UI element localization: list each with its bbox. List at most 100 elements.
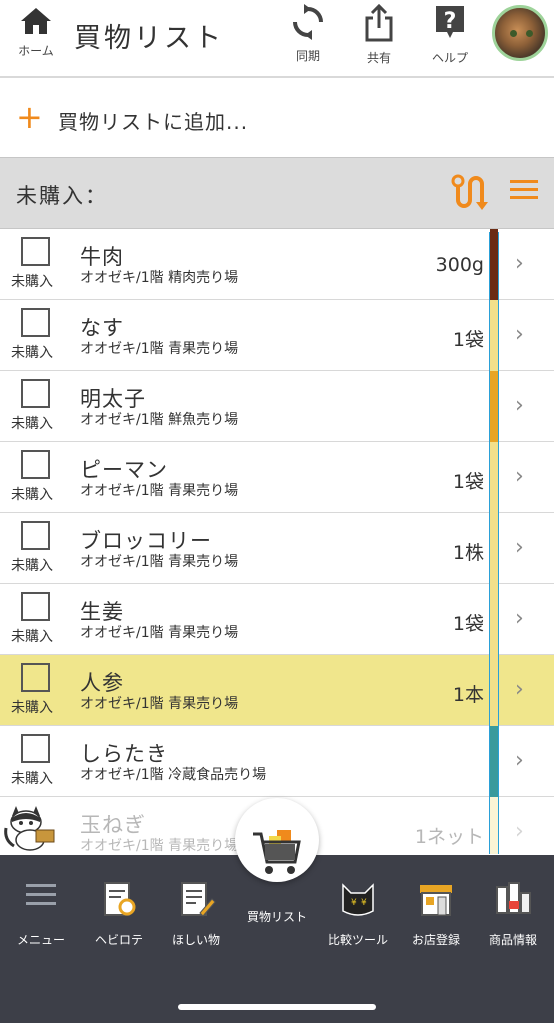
add-item-row[interactable]: + 買物リストに追加...	[0, 80, 554, 158]
list-item-selected[interactable]: 未購入 人参 オオゼキ/1階 青果売り場 1本 ›	[0, 655, 554, 726]
checkbox-label: 未購入	[11, 345, 53, 361]
item-checkbox[interactable]	[21, 450, 50, 479]
category-color-bar	[490, 513, 498, 584]
item-location: オオゼキ/1階 青果売り場	[80, 341, 239, 357]
nav-stores-label: お店登録	[411, 933, 460, 947]
item-location: オオゼキ/1階 青果売り場	[80, 554, 239, 570]
sync-button[interactable]: 同期	[280, 4, 336, 64]
shopping-cart-icon	[253, 830, 301, 874]
chevron-right-icon: ›	[515, 748, 524, 773]
item-quantity: 1袋	[452, 329, 484, 351]
category-color-bar	[490, 726, 498, 797]
category-color-bar	[490, 300, 498, 371]
item-checkbox[interactable]	[21, 734, 50, 763]
nav-menu[interactable]: メニュー	[1, 879, 81, 948]
list-item[interactable]: 未購入 牛肉 オオゼキ/1階 精肉売り場 300g ›	[0, 229, 554, 300]
checkbox-label: 未購入	[11, 487, 53, 503]
list-item[interactable]: 未購入 しらたき オオゼキ/1階 冷蔵食品売り場 ›	[0, 726, 554, 797]
nav-menu-label: メニュー	[16, 933, 65, 947]
item-quantity: 1本	[452, 684, 484, 706]
product-info-icon	[496, 882, 531, 914]
nav-wishlist[interactable]: ほしい物	[156, 879, 236, 948]
home-button[interactable]: ホーム	[10, 6, 62, 59]
plus-icon: +	[16, 98, 43, 136]
list-menu-icon[interactable]	[510, 178, 538, 202]
user-avatar[interactable]	[492, 5, 548, 61]
help-label: ヘルプ	[431, 51, 468, 65]
category-color-bar	[490, 655, 498, 726]
chevron-right-icon: ›	[515, 606, 524, 631]
home-label: ホーム	[18, 44, 54, 58]
item-location: オオゼキ/1階 青果売り場	[80, 838, 239, 854]
item-checkbox[interactable]	[21, 308, 50, 337]
nav-products[interactable]: 商品情報	[473, 879, 553, 948]
checkbox-label: 未購入	[11, 629, 53, 645]
checkbox-label: 未購入	[11, 700, 53, 716]
nav-shopping-label: 買物リスト	[246, 910, 307, 924]
list-item[interactable]: 未購入 ピーマン オオゼキ/1階 青果売り場 1袋 ›	[0, 442, 554, 513]
item-quantity: 300g	[435, 254, 484, 276]
share-label: 共有	[366, 51, 391, 65]
item-checkbox[interactable]	[21, 592, 50, 621]
list-item[interactable]: 未購入 明太子 オオゼキ/1階 鮮魚売り場 ›	[0, 371, 554, 442]
checkbox-label: 未購入	[11, 416, 53, 432]
nav-shopping-list[interactable]	[235, 798, 319, 882]
nav-hebirote-label: ヘビロテ	[94, 933, 143, 947]
home-icon	[21, 8, 51, 34]
item-checkbox[interactable]	[21, 521, 50, 550]
svg-text:¥: ¥	[361, 898, 367, 908]
chevron-right-icon: ›	[515, 677, 524, 702]
status-bar: 未購入： 18	[0, 157, 554, 369]
item-quantity: 1株	[452, 542, 484, 564]
nav-products-label: 商品情報	[488, 933, 537, 947]
help-icon: ?	[436, 6, 464, 38]
item-location: オオゼキ/1階 青果売り場	[80, 696, 239, 712]
sort-icon[interactable]	[450, 174, 490, 214]
list-item[interactable]: 未購入 ブロッコリー オオゼキ/1階 青果売り場 1株 ›	[0, 513, 554, 584]
wishlist-memo-icon	[181, 882, 216, 917]
item-checkbox[interactable]	[21, 663, 50, 692]
category-color-bar	[490, 584, 498, 655]
add-item-label: 買物リストに追加...	[58, 110, 249, 134]
sync-icon	[293, 4, 323, 40]
category-color-bar	[490, 371, 498, 442]
share-icon	[365, 3, 393, 42]
nav-hebirote[interactable]: ヘビロテ	[79, 879, 159, 948]
chevron-right-icon: ›	[515, 322, 524, 347]
nav-stores[interactable]: お店登録	[396, 879, 476, 948]
item-location: オオゼキ/1階 青果売り場	[80, 625, 239, 641]
item-quantity: 1ネット	[414, 826, 484, 848]
cat-mascot-icon	[4, 806, 55, 851]
repeat-list-icon	[104, 882, 136, 916]
chevron-right-icon: ›	[515, 535, 524, 560]
list-item[interactable]: 未購入 なす オオゼキ/1階 青果売り場 1袋 ›	[0, 300, 554, 371]
nav-compare[interactable]: ¥ ¥ 比較ツール	[318, 879, 398, 948]
sync-label: 同期	[295, 49, 320, 63]
chevron-right-icon: ›	[515, 393, 524, 418]
shopping-list: 未購入 牛肉 オオゼキ/1階 精肉売り場 300g › 未購入 なす オオゼキ/…	[0, 229, 554, 854]
page-title: 買物リスト	[74, 23, 224, 54]
checkbox-label: 未購入	[11, 274, 53, 290]
chevron-right-icon: ›	[515, 464, 524, 489]
svg-text:¥: ¥	[351, 898, 357, 908]
item-location: オオゼキ/1階 冷蔵食品売り場	[80, 767, 267, 783]
nav-compare-label: 比較ツール	[327, 933, 388, 947]
item-checkbox[interactable]	[21, 237, 50, 266]
compare-cat-icon: ¥ ¥	[342, 883, 374, 916]
item-location: オオゼキ/1階 鮮魚売り場	[80, 412, 239, 428]
category-color-bar	[490, 797, 498, 854]
share-button[interactable]: 共有	[351, 3, 407, 66]
home-indicator	[178, 1004, 376, 1010]
help-button[interactable]: ? ヘルプ	[422, 4, 478, 66]
chevron-right-icon: ›	[515, 251, 524, 276]
item-location: オオゼキ/1階 青果売り場	[80, 483, 239, 499]
svg-text:?: ?	[444, 9, 457, 34]
checkbox-label: 未購入	[11, 771, 53, 787]
checkbox-label: 未購入	[11, 558, 53, 574]
hamburger-icon	[26, 884, 56, 905]
list-item[interactable]: 未購入 生姜 オオゼキ/1階 青果売り場 1袋 ›	[0, 584, 554, 655]
nav-wishlist-label: ほしい物	[171, 933, 220, 947]
item-checkbox[interactable]	[21, 379, 50, 408]
store-icon	[420, 885, 452, 916]
item-quantity: 1袋	[452, 613, 484, 635]
